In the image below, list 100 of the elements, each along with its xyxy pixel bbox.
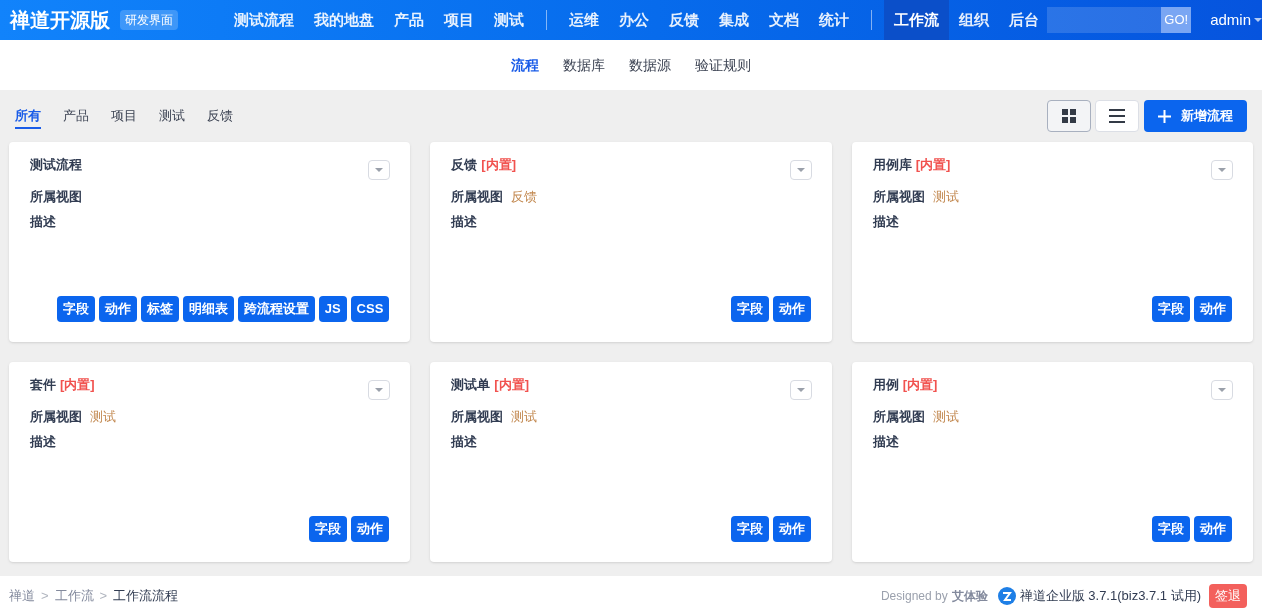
card-menu-button[interactable] [789,160,812,180]
view-value: 测试 [90,407,116,426]
card-action-button[interactable]: 标签 [140,296,179,322]
menu-icon [1109,109,1125,123]
card-action-button[interactable]: 动作 [1194,516,1232,542]
card-action-button[interactable]: 动作 [772,296,811,322]
caret-icon [796,168,805,172]
view-label: 所属视图 [451,187,504,206]
brand-title: 禅道开源版 [10,8,110,33]
nav-item[interactable]: 运维 [559,0,609,40]
card-action-button[interactable]: 明细表 [182,296,234,322]
card-action-button[interactable]: 动作 [1194,296,1232,322]
card-action-button[interactable]: 字段 [730,296,769,322]
description-label: 描述 [30,213,57,231]
nav-item[interactable]: 办公 [609,0,659,40]
card-action-button[interactable]: 字段 [309,516,348,542]
card-menu-button[interactable] [368,380,391,400]
card-action-button[interactable]: CSS [350,296,390,322]
view-label: 所属视图 [30,187,82,206]
card-title: 测试单 [451,376,491,394]
sub-nav-item[interactable]: 数据源 [629,54,671,76]
nav-item[interactable]: 集成 [709,0,759,40]
card-title: 测试流程 [30,156,82,174]
card-title: 用例库 [872,156,912,174]
nav-item[interactable]: 测试流程 [224,0,304,40]
caret-icon [796,388,805,392]
nav-item[interactable]: 后台 [999,0,1049,40]
nav-item[interactable]: 文档 [759,0,809,40]
caret-icon [375,388,384,392]
filter-tab[interactable]: 测试 [159,102,185,130]
interface-badge: 研发界面 [120,10,178,30]
builtin-tag: [内置] [60,375,95,395]
nav-item[interactable]: 测试 [484,0,534,40]
builtin-tag: [内置] [915,155,951,175]
card-action-button[interactable]: 动作 [351,516,390,542]
view-label: 所属视图 [451,407,504,426]
card-action-button[interactable]: 字段 [730,516,769,542]
grid-view-button[interactable] [1047,100,1091,132]
card-title: 套件 [30,376,56,394]
card-title: 用例 [872,376,899,394]
card-action-button[interactable]: 字段 [56,296,95,322]
view-label: 所属视图 [872,407,925,426]
card-menu-button[interactable] [368,160,391,180]
view-label: 所属视图 [872,187,925,206]
grid-icon [1062,109,1076,123]
caret-icon [1254,18,1262,22]
plus-icon [1158,109,1171,123]
card-menu-button[interactable] [1211,160,1233,180]
description-label: 描述 [872,433,900,451]
card-action-button[interactable]: 动作 [98,296,137,322]
caret-icon [1218,168,1226,172]
description-label: 描述 [872,213,900,231]
search-field[interactable] [1047,7,1162,33]
nav-item[interactable]: 反馈 [659,0,709,40]
description-label: 描述 [30,433,57,451]
view-value: 反馈 [511,187,538,206]
nav-item[interactable]: 项目 [434,0,484,40]
card-action-button[interactable]: 动作 [772,516,811,542]
builtin-tag: [内置] [481,155,516,175]
breadcrumb-separator: > [41,587,49,606]
breadcrumb-link[interactable]: 禅道 [9,586,35,606]
view-value: 测试 [932,187,959,206]
card-action-button[interactable]: 字段 [1152,516,1190,542]
caret-icon [375,168,384,172]
card-menu-button[interactable] [789,380,812,400]
view-label: 所属视图 [30,407,82,426]
logo-icon [997,587,1016,605]
card-action-button[interactable]: 字段 [1152,296,1190,322]
current-page-label: 工作流流程 [113,587,179,606]
card-action-button[interactable]: 跨流程设置 [237,296,315,322]
filter-tab[interactable]: 产品 [63,102,89,130]
builtin-tag: [内置] [494,375,529,395]
filter-tab[interactable]: 反馈 [207,102,233,130]
nav-item[interactable]: 工作流 [884,0,949,40]
card-menu-button[interactable] [1211,380,1233,400]
breadcrumb-link[interactable]: 工作流 [54,586,94,606]
builtin-tag: [内置] [902,375,938,395]
filter-tab[interactable]: 所有 [15,102,41,130]
nav-item[interactable]: 产品 [384,0,434,40]
sub-nav-item[interactable]: 验证规则 [695,54,751,76]
sub-nav-item[interactable]: 流程 [511,54,539,76]
view-value: 测试 [932,407,959,426]
breadcrumb-separator: > [99,587,108,606]
card-title: 反馈 [451,156,478,174]
nav-item[interactable]: 组织 [949,0,999,40]
add-flow-button[interactable]: 新增流程 [1144,100,1247,132]
sub-nav-item[interactable]: 数据库 [563,54,605,76]
nav-item[interactable]: 我的地盘 [304,0,384,40]
caret-icon [1218,388,1226,392]
designer-link[interactable]: 艾体验 [951,587,988,605]
user-menu[interactable]: admin [1210,8,1262,32]
description-label: 描述 [451,213,479,231]
logout-button[interactable]: 签退 [1209,584,1247,608]
nav-item[interactable]: 统计 [809,0,859,40]
card-action-button[interactable]: JS [318,296,347,322]
list-view-button[interactable] [1095,100,1139,132]
designed-by-text: Designed by [880,588,948,605]
version-text: 禅道企业版 3.7.1(biz3.7.1 试用) [1019,587,1201,606]
filter-tab[interactable]: 项目 [111,102,137,130]
view-value: 测试 [511,407,538,426]
